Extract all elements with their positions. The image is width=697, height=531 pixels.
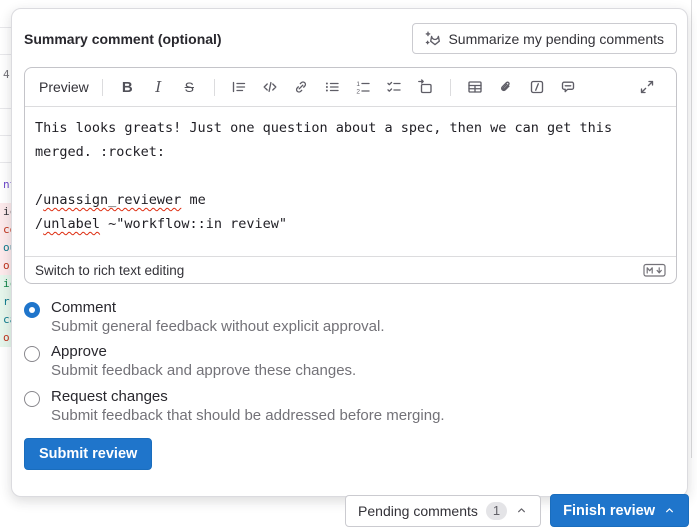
option-description: Submit general feedback without explicit… [51,317,385,337]
comment-empty-line [35,164,666,188]
option-label[interactable]: Comment [51,299,385,316]
submit-review-button[interactable]: Submit review [24,438,152,470]
bullet-list-icon [324,79,340,95]
summarize-button-label: Summarize my pending comments [448,31,664,47]
misspelled-word: unassign_reviewer [43,192,181,208]
italic-button[interactable]: I [143,74,174,100]
comment-radio[interactable] [24,302,40,318]
option-comment: Comment Submit general feedback without … [24,299,677,337]
collapsible-section-button[interactable] [410,74,441,100]
table-button[interactable] [460,74,491,100]
option-description: Submit feedback and approve these change… [51,361,356,381]
markdown-icon [643,262,666,278]
chevron-up-icon [663,504,676,517]
attach-file-icon [498,79,514,95]
quick-action-line: /unassign_reviewer me [35,188,666,212]
comment-template-button[interactable] [553,74,584,100]
option-request-changes: Request changes Submit feedback that sho… [24,388,677,426]
svg-text:1: 1 [357,81,361,88]
quick-actions-icon [529,79,545,95]
approve-radio[interactable] [24,346,40,362]
tanuki-ai-icon [425,31,441,47]
toolbar-divider [450,79,451,96]
fullscreen-button[interactable] [631,74,662,100]
option-description: Submit feedback that should be addressed… [51,406,445,426]
quick-actions-button[interactable] [522,74,553,100]
strikethrough-button[interactable]: S [174,74,205,100]
strikethrough-icon: S [185,79,194,95]
switch-to-rich-text-link[interactable]: Switch to rich text editing [35,263,184,278]
background-page-edge [691,0,692,458]
code-button[interactable] [255,74,286,100]
option-label[interactable]: Request changes [51,388,445,405]
task-list-icon [386,79,402,95]
quote-icon [231,79,247,95]
option-approve: Approve Submit feedback and approve thes… [24,343,677,381]
table-icon [467,79,483,95]
bold-button[interactable]: B [112,74,143,100]
bullet-list-button[interactable] [317,74,348,100]
preview-toggle[interactable]: Preview [39,79,89,95]
markdown-editor: Preview B I S [24,67,677,284]
numbered-list-button[interactable]: 1 2 [348,74,379,100]
link-icon [293,79,309,95]
editor-footer: Switch to rich text editing [25,256,676,283]
review-type-options: Comment Submit general feedback without … [24,299,677,426]
quick-action-line: /unlabel ~"workflow::in review" [35,212,666,236]
pending-comments-label: Pending comments [358,503,478,519]
submit-review-popover: Summary comment (optional) Summarize my … [11,8,688,497]
request-changes-radio[interactable] [24,391,40,407]
svg-text:2: 2 [357,89,361,95]
comment-textarea[interactable]: This looks greats! Just one question abo… [25,107,676,256]
popover-title: Summary comment (optional) [24,31,222,47]
link-button[interactable] [286,74,317,100]
toolbar-divider [102,79,103,96]
quote-button[interactable] [224,74,255,100]
collapsible-section-icon [417,79,433,95]
review-bar: Pending comments 1 Finish review [345,494,689,527]
finish-review-label: Finish review [563,503,655,519]
option-label[interactable]: Approve [51,343,356,360]
finish-review-button[interactable]: Finish review [550,494,689,527]
bold-icon: B [122,79,133,96]
fullscreen-icon [639,79,655,95]
attach-file-button[interactable] [491,74,522,100]
pending-count-badge: 1 [486,502,507,520]
misspelled-word: unlabel [43,216,100,232]
task-list-button[interactable] [379,74,410,100]
numbered-list-icon: 1 2 [355,79,371,95]
chevron-up-icon [515,504,528,517]
toolbar-divider [214,79,215,96]
comment-template-icon [560,79,576,95]
summarize-pending-comments-button[interactable]: Summarize my pending comments [412,23,677,54]
editor-toolbar: Preview B I S [25,68,676,107]
pending-comments-button[interactable]: Pending comments 1 [345,495,541,527]
popover-header: Summary comment (optional) Summarize my … [24,23,677,54]
italic-icon: I [155,78,161,96]
comment-text-line: This looks greats! Just one question abo… [35,120,612,136]
code-icon [262,79,278,95]
comment-text-line: merged. :rocket: [35,144,165,160]
page: 4:nticcoouoricr-caor Summary comment (op… [0,0,697,531]
